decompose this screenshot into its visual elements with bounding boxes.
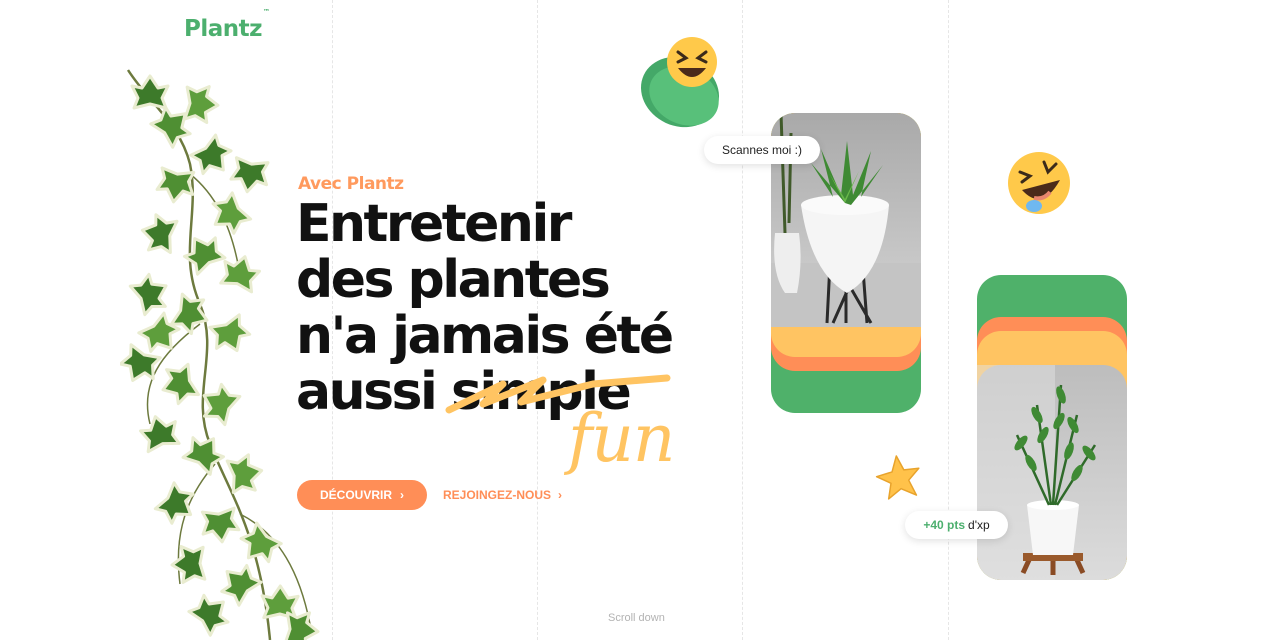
ivy-leaf	[153, 481, 195, 525]
ivy-leaf	[260, 584, 300, 620]
star-icon	[875, 455, 920, 500]
hero-headline: Entretenir des plantes n'a jamais été au…	[296, 194, 674, 422]
join-us-label: REJOINGEZ-NOUS	[443, 488, 552, 502]
chevron-right-icon: ›	[558, 488, 563, 502]
rolling-laughing-face-icon	[1008, 152, 1070, 214]
headline-word-aussi: aussi	[296, 362, 438, 422]
ivy-leaf	[229, 156, 270, 194]
ivy-leaf	[200, 506, 241, 544]
discover-button-label: DÉCOUVRIR	[319, 488, 392, 502]
ivy-leaf	[128, 272, 168, 317]
guide-line	[742, 0, 743, 640]
logo-text: Plantz	[184, 16, 263, 42]
ivy-leaf	[120, 343, 162, 382]
ivy-leaf	[182, 236, 227, 276]
ivy-leaf	[283, 611, 320, 640]
zamioculcas-photo	[977, 365, 1127, 580]
headline-line-1: Entretenir	[296, 194, 572, 254]
ivy-leaf	[187, 593, 230, 637]
ivy-leaf	[183, 85, 220, 125]
discover-button[interactable]: DÉCOUVRIR ›	[297, 480, 427, 510]
scroll-down-label[interactable]: Scroll down	[608, 612, 665, 624]
ivy-leaf	[225, 453, 264, 494]
hero-eyebrow: Avec Plantz	[298, 174, 404, 194]
ivy-leaf	[155, 166, 196, 204]
join-us-link[interactable]: REJOINGEZ-NOUS ›	[443, 480, 562, 510]
laughing-face-icon	[641, 37, 719, 128]
ivy-leaf	[208, 313, 252, 353]
ivy-leaf	[220, 563, 263, 607]
scan-me-text: Scannes moi :)	[721, 143, 803, 157]
scan-me-bubble: Scannes moi :)	[704, 136, 820, 164]
logo[interactable]: Plantz™	[184, 8, 270, 42]
ivy-leaf	[161, 362, 200, 406]
chevron-right-icon: ›	[400, 488, 404, 502]
ivy-leaf	[139, 415, 181, 454]
ivy-leaf	[189, 133, 233, 176]
ivy-leaf	[239, 521, 283, 564]
guide-line	[948, 0, 949, 640]
headline-line-3: n'a jamais été	[296, 306, 674, 366]
ivy-leaf	[130, 74, 170, 110]
ivy-leaf	[170, 544, 207, 584]
xp-points-value: +40 pts	[923, 518, 966, 532]
trademark: ™	[263, 8, 270, 17]
xp-points-suffix: d'xp	[968, 518, 990, 532]
handwritten-fun: fun	[568, 400, 675, 477]
xp-points-badge: +40 pts d'xp	[905, 511, 1008, 539]
ivy-leaf	[140, 213, 179, 255]
headline-line-2: des plantes	[296, 250, 611, 310]
